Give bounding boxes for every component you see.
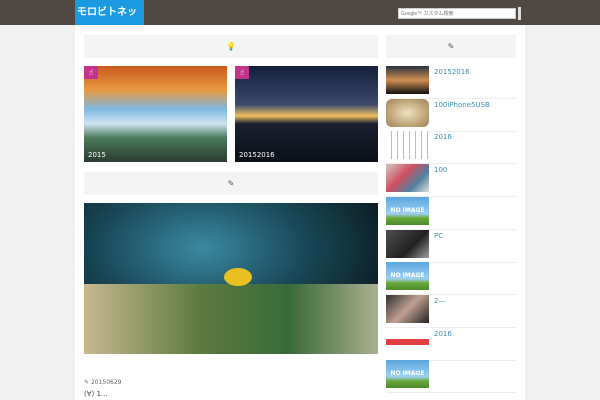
sidebar-post-title[interactable]: 2016	[434, 133, 452, 141]
post-thumbnail[interactable]: NO IMAGE	[386, 196, 429, 225]
post-thumbnail[interactable]	[386, 66, 429, 94]
section-header-posts: ✎	[84, 172, 378, 195]
sidebar-post-item[interactable]: 20152016	[386, 66, 516, 99]
post-thumbnail[interactable]	[386, 229, 429, 258]
post-thumbnail[interactable]	[386, 98, 429, 127]
sidebar-post-item[interactable]: NO IMAGE	[386, 262, 516, 296]
fish-decoration	[224, 268, 252, 286]
card-caption: 20152016	[239, 151, 275, 159]
coral-decoration	[84, 284, 378, 354]
sidebar-post-item[interactable]: 2016	[386, 131, 516, 165]
post-thumbnail[interactable]	[386, 327, 429, 356]
pencil-icon: ✎	[447, 42, 455, 51]
post-thumbnail[interactable]: NO IMAGE	[386, 262, 429, 291]
post-thumbnail[interactable]	[386, 131, 429, 160]
pencil-icon: ✎	[227, 179, 235, 188]
post-thumbnail[interactable]	[386, 164, 429, 193]
sidebar-post-title[interactable]: 20152016	[434, 68, 470, 76]
sidebar-post-item[interactable]: 100iPhone5USB	[386, 98, 516, 132]
featured-card[interactable]: ☝ 2015	[84, 66, 227, 162]
hand-pointer-icon: ☝	[84, 66, 98, 79]
post-date: ✎ 20150629	[84, 379, 122, 386]
card-caption: 2015	[88, 151, 106, 159]
sidebar-post-item[interactable]: NO IMAGE	[386, 360, 516, 394]
section-header-featured: 💡	[84, 35, 378, 58]
search-input[interactable]	[398, 8, 516, 19]
pencil-icon: ✎	[84, 379, 91, 386]
sidebar-post-item[interactable]: PC	[386, 229, 516, 263]
sidebar-post-item[interactable]: 100	[386, 164, 516, 198]
sidebar-post-title[interactable]: 2—	[434, 297, 445, 305]
featured-card[interactable]: ☝ 20152016	[235, 66, 378, 162]
post-thumbnail[interactable]	[386, 294, 429, 323]
sidebar-post-item[interactable]: 2—	[386, 294, 516, 328]
sidebar-post-title[interactable]: 2016	[434, 330, 452, 338]
post-thumbnail[interactable]: NO IMAGE	[386, 360, 429, 389]
hand-pointer-icon: ☝	[235, 66, 249, 79]
sidebar-post-title[interactable]: 100	[434, 166, 447, 174]
sidebar-post-item[interactable]: NO IMAGE	[386, 196, 516, 230]
search-button[interactable]	[518, 7, 521, 20]
sidebar-header: ✎	[386, 35, 516, 58]
sidebar-post-title[interactable]: PC	[434, 232, 443, 240]
sidebar-post-item[interactable]: 2016	[386, 327, 516, 361]
post-thumbnail-aquarium[interactable]	[84, 203, 378, 354]
lightbulb-icon: 💡	[226, 42, 236, 51]
sidebar-post-title[interactable]: 100iPhone5USB	[434, 101, 490, 109]
post-excerpt[interactable]: (∀) 1...	[84, 390, 108, 398]
site-logo[interactable]: モロビトネット	[75, 0, 144, 43]
